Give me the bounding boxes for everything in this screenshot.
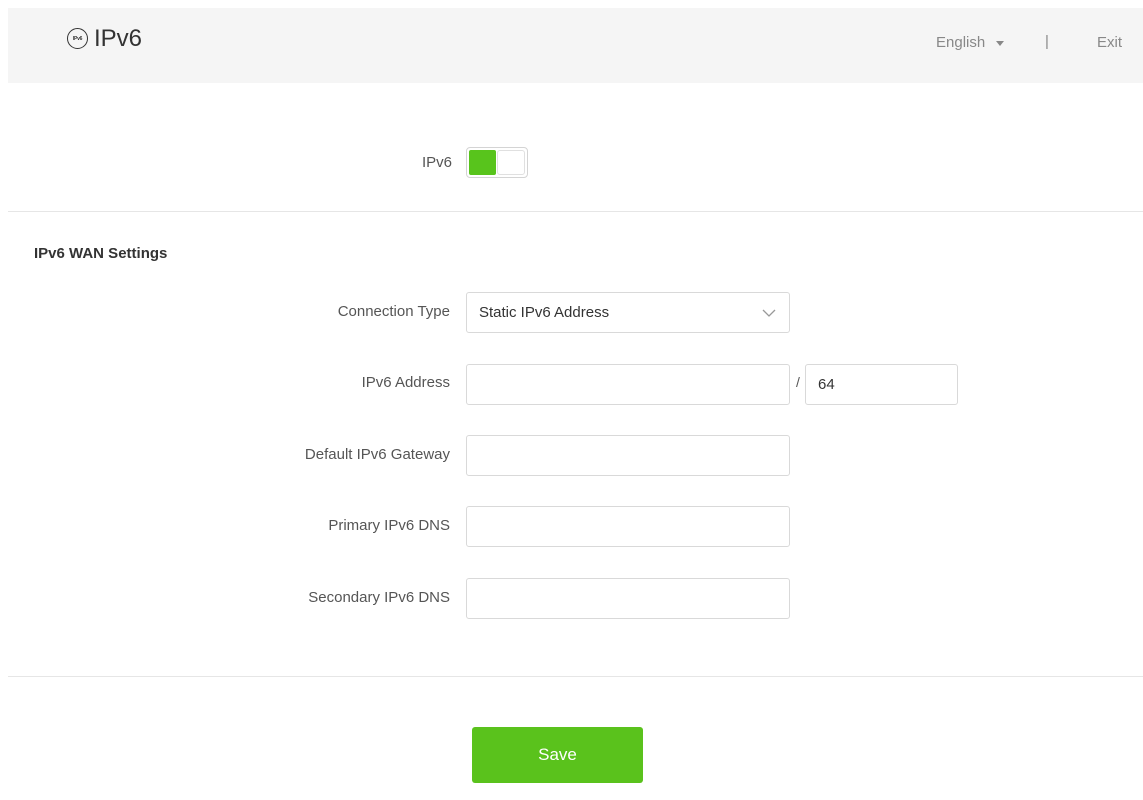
save-button[interactable]: Save <box>472 727 643 783</box>
language-label: English <box>936 34 986 51</box>
toggle-on-fill <box>469 150 496 175</box>
section-divider-top <box>8 211 1143 212</box>
primary-dns-input[interactable] <box>466 506 790 547</box>
ipv6-toggle[interactable] <box>466 147 528 178</box>
connection-type-value: Static IPv6 Address <box>479 304 610 321</box>
default-gateway-input[interactable] <box>466 435 790 476</box>
header-bar: IPv6 IPv6 English | Exit <box>8 8 1143 83</box>
caret-down-icon <box>996 41 1005 46</box>
default-gateway-label: Default IPv6 Gateway <box>304 446 450 463</box>
connection-type-label: Connection Type <box>337 303 450 320</box>
primary-dns-label: Primary IPv6 DNS <box>328 517 450 534</box>
prefix-length-input[interactable] <box>805 364 958 405</box>
section-title-wan: IPv6 WAN Settings <box>34 245 168 262</box>
ipv6-icon: IPv6 <box>67 28 88 49</box>
chevron-down-icon <box>762 309 776 317</box>
language-dropdown[interactable]: English <box>936 34 1005 51</box>
page: IPv6 IPv6 English | Exit IPv6 IPv6 WAN S… <box>8 8 1143 800</box>
secondary-dns-label: Secondary IPv6 DNS <box>308 589 450 606</box>
secondary-dns-input[interactable] <box>466 578 790 619</box>
toggle-knob <box>497 150 525 175</box>
connection-type-select[interactable]: Static IPv6 Address <box>466 292 790 333</box>
exit-link[interactable]: Exit <box>1097 34 1122 51</box>
header-separator: | <box>1045 33 1049 50</box>
section-divider-bottom <box>8 676 1143 677</box>
prefix-separator: / <box>796 374 800 390</box>
page-title: IPv6 <box>94 25 143 52</box>
ipv6-address-input[interactable] <box>466 364 790 405</box>
ipv6-address-label: IPv6 Address <box>361 374 450 391</box>
ipv6-toggle-label: IPv6 <box>421 154 452 171</box>
